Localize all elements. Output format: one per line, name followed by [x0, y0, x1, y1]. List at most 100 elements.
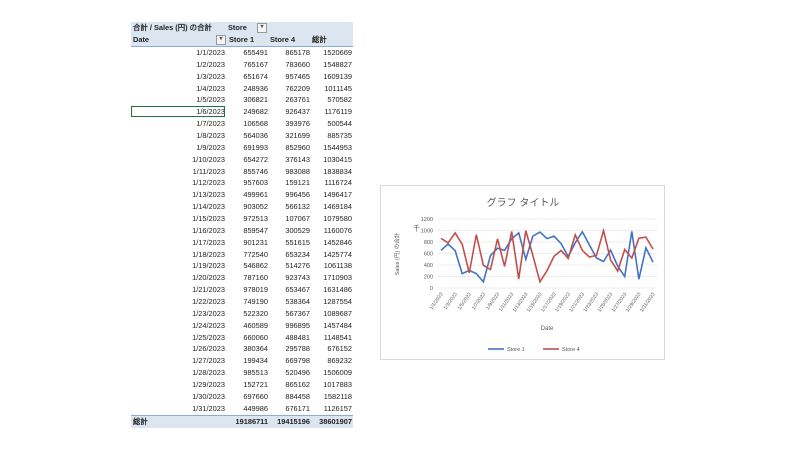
column-filter-dropdown[interactable]: ▾ — [257, 23, 267, 33]
date-cell[interactable]: 1/22/2023 — [192, 296, 225, 308]
selected-cell[interactable] — [131, 106, 225, 117]
value-cell[interactable]: 1544953 — [323, 142, 352, 154]
value-cell[interactable]: 852960 — [285, 142, 310, 154]
value-cell[interactable]: 1506009 — [323, 367, 352, 379]
value-cell[interactable]: 1710903 — [323, 272, 352, 284]
value-cell[interactable]: 570582 — [327, 94, 352, 106]
value-cell[interactable]: 1116724 — [324, 177, 352, 189]
value-cell[interactable]: 1425774 — [323, 249, 352, 261]
value-cell[interactable]: 159121 — [285, 177, 310, 189]
value-cell[interactable]: 651674 — [243, 71, 268, 83]
value-cell[interactable]: 865162 — [285, 379, 310, 391]
value-cell[interactable]: 520496 — [285, 367, 310, 379]
value-cell[interactable]: 869232 — [327, 355, 352, 367]
date-cell[interactable]: 1/18/2023 — [192, 249, 225, 261]
date-cell[interactable]: 1/24/2023 — [192, 320, 225, 332]
value-cell[interactable]: 1079580 — [323, 213, 352, 225]
value-cell[interactable]: 152721 — [243, 379, 268, 391]
value-cell[interactable]: 749190 — [243, 296, 268, 308]
value-cell[interactable]: 865178 — [285, 47, 310, 59]
value-cell[interactable]: 978019 — [243, 284, 268, 296]
date-cell[interactable]: 1/3/2023 — [196, 71, 225, 83]
date-cell[interactable]: 1/11/2023 — [193, 166, 225, 178]
value-cell[interactable]: 884458 — [285, 391, 310, 403]
date-cell[interactable]: 1/25/2023 — [192, 332, 225, 344]
value-cell[interactable]: 762209 — [285, 83, 310, 95]
value-cell[interactable]: 653467 — [285, 284, 310, 296]
date-cell[interactable]: 1/26/2023 — [192, 343, 225, 355]
value-cell[interactable]: 564036 — [243, 130, 268, 142]
column-field-label[interactable]: Store — [228, 22, 247, 34]
date-cell[interactable]: 1/5/2023 — [196, 94, 225, 106]
value-cell[interactable]: 500544 — [327, 118, 352, 130]
value-cell[interactable]: 1148541 — [324, 332, 352, 344]
chart-title[interactable]: グラフ タイトル — [487, 196, 560, 209]
value-cell[interactable]: 1582118 — [324, 391, 352, 403]
value-cell[interactable]: 983088 — [285, 166, 310, 178]
date-cell[interactable]: 1/28/2023 — [192, 367, 225, 379]
value-cell[interactable]: 669798 — [285, 355, 310, 367]
value-cell[interactable]: 885735 — [327, 130, 352, 142]
value-cell[interactable]: 107067 — [285, 213, 310, 225]
value-cell[interactable]: 985513 — [243, 367, 268, 379]
value-cell[interactable]: 522320 — [243, 308, 268, 320]
value-cell[interactable]: 1176119 — [324, 106, 352, 118]
value-cell[interactable]: 538364 — [285, 296, 310, 308]
value-cell[interactable]: 1011145 — [324, 83, 352, 95]
value-cell[interactable]: 901231 — [243, 237, 268, 249]
date-cell[interactable]: 1/7/2023 — [196, 118, 225, 130]
value-cell[interactable]: 546862 — [243, 260, 268, 272]
value-cell[interactable]: 1520669 — [323, 47, 352, 59]
pivot-value-field[interactable]: 合計 / Sales (円) の合計 — [133, 22, 212, 34]
value-cell[interactable]: 567367 — [285, 308, 310, 320]
row-filter-dropdown[interactable]: ▾ — [216, 35, 226, 45]
value-cell[interactable]: 306821 — [243, 94, 268, 106]
date-cell[interactable]: 1/16/2023 — [192, 225, 225, 237]
value-cell[interactable]: 996895 — [285, 320, 310, 332]
value-cell[interactable]: 106568 — [243, 118, 268, 130]
value-cell[interactable]: 1126157 — [324, 403, 352, 415]
date-cell[interactable]: 1/29/2023 — [192, 379, 225, 391]
date-cell[interactable]: 1/1/2023 — [196, 47, 225, 59]
value-cell[interactable]: 514276 — [285, 260, 310, 272]
row-field-label[interactable]: Date — [133, 34, 149, 46]
value-cell[interactable]: 957465 — [285, 71, 310, 83]
legend-entry[interactable]: Store 4 — [562, 347, 580, 353]
date-cell[interactable]: 1/13/2023 — [192, 189, 225, 201]
value-cell[interactable]: 300529 — [285, 225, 310, 237]
value-cell[interactable]: 1017883 — [323, 379, 352, 391]
value-cell[interactable]: 1469184 — [323, 201, 352, 213]
value-cell[interactable]: 393976 — [285, 118, 310, 130]
value-cell[interactable]: 660060 — [243, 332, 268, 344]
date-cell[interactable]: 1/19/2023 — [192, 260, 225, 272]
value-cell[interactable]: 1287554 — [323, 296, 352, 308]
date-cell[interactable]: 1/4/2023 — [196, 83, 225, 95]
value-cell[interactable]: 654272 — [243, 154, 268, 166]
value-cell[interactable]: 321699 — [285, 130, 310, 142]
value-cell[interactable]: 783660 — [285, 59, 310, 71]
value-cell[interactable]: 488481 — [285, 332, 310, 344]
value-cell[interactable]: 263761 — [285, 94, 310, 106]
value-cell[interactable]: 697660 — [243, 391, 268, 403]
value-cell[interactable]: 996456 — [285, 189, 310, 201]
value-cell[interactable]: 449986 — [243, 403, 268, 415]
value-cell[interactable]: 1089687 — [323, 308, 352, 320]
date-cell[interactable]: 1/12/2023 — [192, 177, 225, 189]
value-cell[interactable]: 1496417 — [323, 189, 352, 201]
value-cell[interactable]: 1457484 — [323, 320, 352, 332]
value-cell[interactable]: 1452846 — [323, 237, 352, 249]
value-cell[interactable]: 1609139 — [323, 71, 352, 83]
date-cell[interactable]: 1/27/2023 — [192, 355, 225, 367]
value-cell[interactable]: 551615 — [285, 237, 310, 249]
value-cell[interactable]: 859547 — [243, 225, 268, 237]
value-cell[interactable]: 380364 — [243, 343, 268, 355]
value-cell[interactable]: 655491 — [243, 47, 268, 59]
value-cell[interactable]: 691993 — [243, 142, 268, 154]
value-cell[interactable]: 1160076 — [324, 225, 352, 237]
line-chart[interactable]: グラフ タイトル 0 200 400 600 800 1000 1200 千 Sales (円) … — [380, 185, 665, 360]
date-cell[interactable]: 1/10/2023 — [192, 154, 225, 166]
value-cell[interactable]: 926437 — [285, 106, 310, 118]
date-cell[interactable]: 1/21/2023 — [192, 284, 225, 296]
value-cell[interactable]: 499961 — [243, 189, 268, 201]
date-cell[interactable]: 1/17/2023 — [192, 237, 225, 249]
